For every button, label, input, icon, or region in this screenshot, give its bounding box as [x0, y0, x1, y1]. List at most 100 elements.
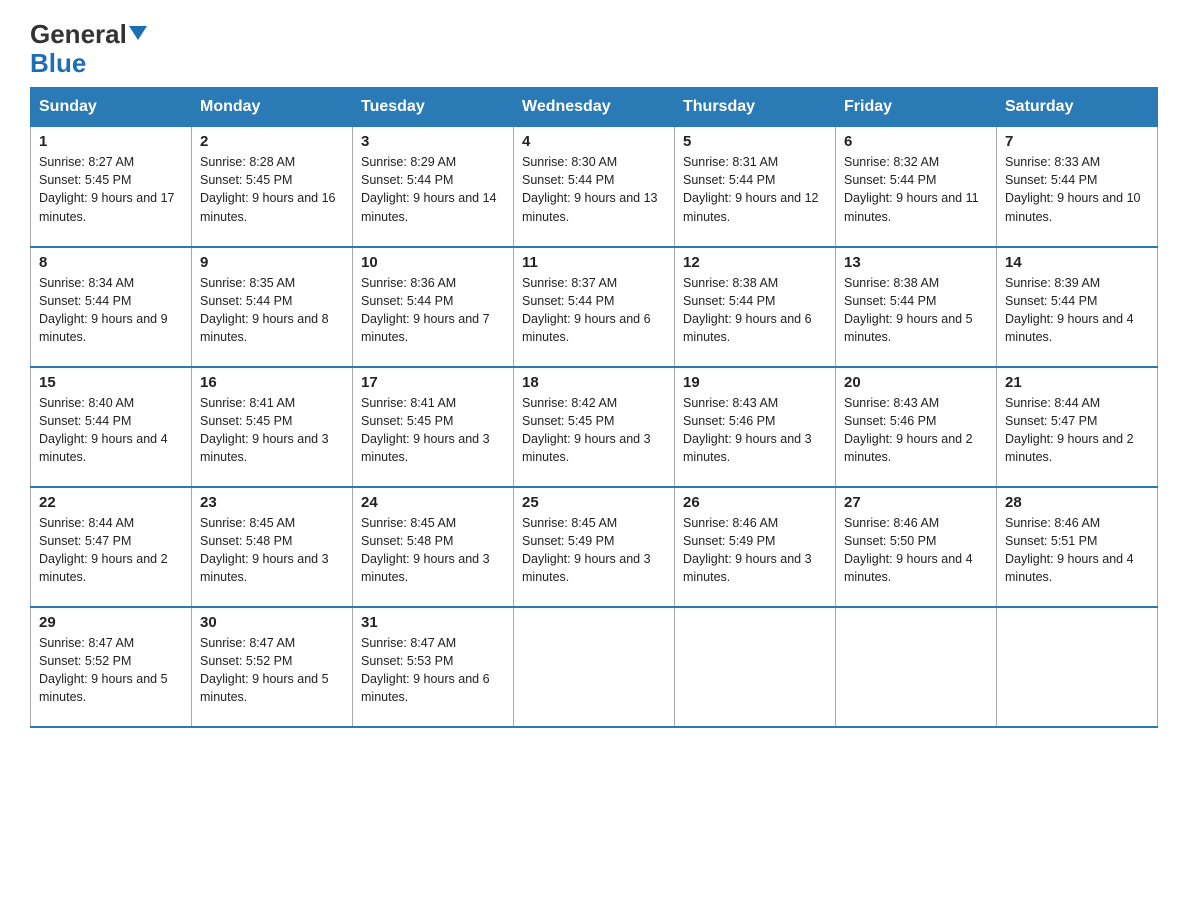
day-info: Sunrise: 8:44 AMSunset: 5:47 PMDaylight:…: [39, 516, 168, 584]
weekday-header-tuesday: Tuesday: [353, 88, 514, 127]
day-info: Sunrise: 8:41 AMSunset: 5:45 PMDaylight:…: [361, 396, 490, 464]
calendar-cell: [997, 607, 1158, 727]
day-info: Sunrise: 8:43 AMSunset: 5:46 PMDaylight:…: [844, 396, 973, 464]
day-info: Sunrise: 8:45 AMSunset: 5:48 PMDaylight:…: [200, 516, 329, 584]
calendar-cell: 7 Sunrise: 8:33 AMSunset: 5:44 PMDayligh…: [997, 127, 1158, 247]
day-number: 15: [39, 374, 183, 391]
day-number: 24: [361, 494, 505, 511]
logo-blue-text: Blue: [30, 48, 86, 78]
day-info: Sunrise: 8:29 AMSunset: 5:44 PMDaylight:…: [361, 155, 497, 223]
day-number: 22: [39, 494, 183, 511]
calendar-cell: 23 Sunrise: 8:45 AMSunset: 5:48 PMDaylig…: [192, 487, 353, 607]
calendar-cell: 3 Sunrise: 8:29 AMSunset: 5:44 PMDayligh…: [353, 127, 514, 247]
calendar-cell: 12 Sunrise: 8:38 AMSunset: 5:44 PMDaylig…: [675, 247, 836, 367]
weekday-header-friday: Friday: [836, 88, 997, 127]
calendar-table: SundayMondayTuesdayWednesdayThursdayFrid…: [30, 87, 1158, 728]
day-info: Sunrise: 8:39 AMSunset: 5:44 PMDaylight:…: [1005, 276, 1134, 344]
calendar-cell: 1 Sunrise: 8:27 AMSunset: 5:45 PMDayligh…: [31, 127, 192, 247]
day-info: Sunrise: 8:31 AMSunset: 5:44 PMDaylight:…: [683, 155, 819, 223]
weekday-header-monday: Monday: [192, 88, 353, 127]
day-info: Sunrise: 8:35 AMSunset: 5:44 PMDaylight:…: [200, 276, 329, 344]
day-info: Sunrise: 8:40 AMSunset: 5:44 PMDaylight:…: [39, 396, 168, 464]
calendar-cell: 20 Sunrise: 8:43 AMSunset: 5:46 PMDaylig…: [836, 367, 997, 487]
calendar-cell: 14 Sunrise: 8:39 AMSunset: 5:44 PMDaylig…: [997, 247, 1158, 367]
day-number: 2: [200, 133, 344, 150]
day-info: Sunrise: 8:37 AMSunset: 5:44 PMDaylight:…: [522, 276, 651, 344]
calendar-cell: 31 Sunrise: 8:47 AMSunset: 5:53 PMDaylig…: [353, 607, 514, 727]
calendar-week-row: 1 Sunrise: 8:27 AMSunset: 5:45 PMDayligh…: [31, 127, 1158, 247]
day-info: Sunrise: 8:46 AMSunset: 5:49 PMDaylight:…: [683, 516, 812, 584]
day-number: 13: [844, 254, 988, 271]
day-info: Sunrise: 8:42 AMSunset: 5:45 PMDaylight:…: [522, 396, 651, 464]
calendar-cell: 28 Sunrise: 8:46 AMSunset: 5:51 PMDaylig…: [997, 487, 1158, 607]
day-number: 21: [1005, 374, 1149, 391]
calendar-cell: 9 Sunrise: 8:35 AMSunset: 5:44 PMDayligh…: [192, 247, 353, 367]
day-info: Sunrise: 8:46 AMSunset: 5:51 PMDaylight:…: [1005, 516, 1134, 584]
calendar-cell: 10 Sunrise: 8:36 AMSunset: 5:44 PMDaylig…: [353, 247, 514, 367]
day-number: 17: [361, 374, 505, 391]
calendar-cell: 13 Sunrise: 8:38 AMSunset: 5:44 PMDaylig…: [836, 247, 997, 367]
day-number: 9: [200, 254, 344, 271]
day-number: 14: [1005, 254, 1149, 271]
logo: GeneralBlue: [30, 20, 147, 77]
calendar-cell: 4 Sunrise: 8:30 AMSunset: 5:44 PMDayligh…: [514, 127, 675, 247]
day-info: Sunrise: 8:33 AMSunset: 5:44 PMDaylight:…: [1005, 155, 1141, 223]
day-number: 16: [200, 374, 344, 391]
day-info: Sunrise: 8:44 AMSunset: 5:47 PMDaylight:…: [1005, 396, 1134, 464]
day-number: 30: [200, 614, 344, 631]
calendar-cell: 24 Sunrise: 8:45 AMSunset: 5:48 PMDaylig…: [353, 487, 514, 607]
day-info: Sunrise: 8:27 AMSunset: 5:45 PMDaylight:…: [39, 155, 175, 223]
day-info: Sunrise: 8:38 AMSunset: 5:44 PMDaylight:…: [844, 276, 973, 344]
calendar-week-row: 22 Sunrise: 8:44 AMSunset: 5:47 PMDaylig…: [31, 487, 1158, 607]
day-number: 7: [1005, 133, 1149, 150]
day-info: Sunrise: 8:30 AMSunset: 5:44 PMDaylight:…: [522, 155, 658, 223]
day-number: 1: [39, 133, 183, 150]
day-info: Sunrise: 8:45 AMSunset: 5:49 PMDaylight:…: [522, 516, 651, 584]
day-number: 18: [522, 374, 666, 391]
day-number: 10: [361, 254, 505, 271]
day-number: 31: [361, 614, 505, 631]
calendar-cell: 17 Sunrise: 8:41 AMSunset: 5:45 PMDaylig…: [353, 367, 514, 487]
day-info: Sunrise: 8:45 AMSunset: 5:48 PMDaylight:…: [361, 516, 490, 584]
calendar-cell: 11 Sunrise: 8:37 AMSunset: 5:44 PMDaylig…: [514, 247, 675, 367]
calendar-cell: 22 Sunrise: 8:44 AMSunset: 5:47 PMDaylig…: [31, 487, 192, 607]
day-info: Sunrise: 8:41 AMSunset: 5:45 PMDaylight:…: [200, 396, 329, 464]
calendar-cell: 18 Sunrise: 8:42 AMSunset: 5:45 PMDaylig…: [514, 367, 675, 487]
day-number: 8: [39, 254, 183, 271]
day-info: Sunrise: 8:36 AMSunset: 5:44 PMDaylight:…: [361, 276, 490, 344]
calendar-cell: [514, 607, 675, 727]
calendar-cell: 15 Sunrise: 8:40 AMSunset: 5:44 PMDaylig…: [31, 367, 192, 487]
calendar-cell: 8 Sunrise: 8:34 AMSunset: 5:44 PMDayligh…: [31, 247, 192, 367]
day-info: Sunrise: 8:28 AMSunset: 5:45 PMDaylight:…: [200, 155, 336, 223]
weekday-header-saturday: Saturday: [997, 88, 1158, 127]
day-number: 25: [522, 494, 666, 511]
day-info: Sunrise: 8:34 AMSunset: 5:44 PMDaylight:…: [39, 276, 168, 344]
day-number: 19: [683, 374, 827, 391]
day-info: Sunrise: 8:47 AMSunset: 5:52 PMDaylight:…: [39, 636, 168, 704]
calendar-cell: [675, 607, 836, 727]
calendar-header: SundayMondayTuesdayWednesdayThursdayFrid…: [31, 88, 1158, 127]
weekday-header-wednesday: Wednesday: [514, 88, 675, 127]
day-number: 6: [844, 133, 988, 150]
day-info: Sunrise: 8:32 AMSunset: 5:44 PMDaylight:…: [844, 155, 979, 223]
day-info: Sunrise: 8:46 AMSunset: 5:50 PMDaylight:…: [844, 516, 973, 584]
day-number: 4: [522, 133, 666, 150]
page-header: GeneralBlue: [30, 20, 1158, 77]
calendar-body: 1 Sunrise: 8:27 AMSunset: 5:45 PMDayligh…: [31, 127, 1158, 727]
day-info: Sunrise: 8:43 AMSunset: 5:46 PMDaylight:…: [683, 396, 812, 464]
day-info: Sunrise: 8:47 AMSunset: 5:53 PMDaylight:…: [361, 636, 490, 704]
weekday-header-sunday: Sunday: [31, 88, 192, 127]
calendar-week-row: 8 Sunrise: 8:34 AMSunset: 5:44 PMDayligh…: [31, 247, 1158, 367]
logo-text: GeneralBlue: [30, 20, 147, 77]
calendar-week-row: 15 Sunrise: 8:40 AMSunset: 5:44 PMDaylig…: [31, 367, 1158, 487]
day-info: Sunrise: 8:47 AMSunset: 5:52 PMDaylight:…: [200, 636, 329, 704]
day-number: 12: [683, 254, 827, 271]
day-number: 23: [200, 494, 344, 511]
day-number: 11: [522, 254, 666, 271]
day-number: 27: [844, 494, 988, 511]
day-number: 28: [1005, 494, 1149, 511]
calendar-cell: 21 Sunrise: 8:44 AMSunset: 5:47 PMDaylig…: [997, 367, 1158, 487]
calendar-cell: 27 Sunrise: 8:46 AMSunset: 5:50 PMDaylig…: [836, 487, 997, 607]
day-number: 29: [39, 614, 183, 631]
calendar-cell: 26 Sunrise: 8:46 AMSunset: 5:49 PMDaylig…: [675, 487, 836, 607]
